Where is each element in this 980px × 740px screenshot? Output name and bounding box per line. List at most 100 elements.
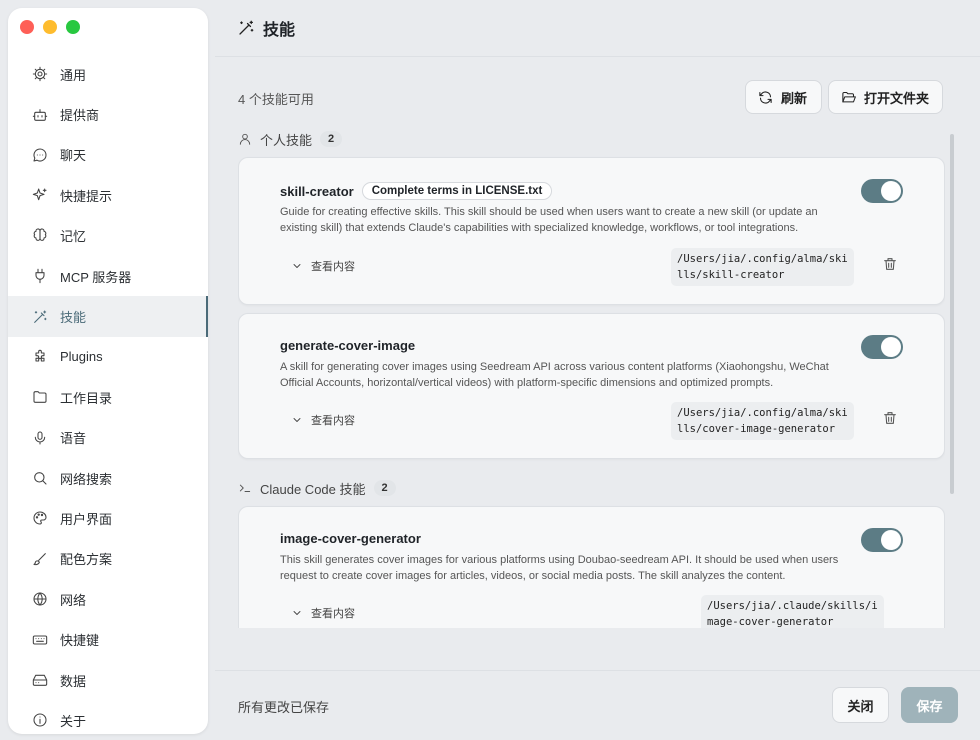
save-button[interactable]: 保存 <box>901 687 958 723</box>
sidebar-item-network[interactable]: 网络 <box>8 579 208 619</box>
open-folder-button[interactable]: 打开文件夹 <box>828 80 943 114</box>
sidebar-item-label: 工作目录 <box>60 390 113 406</box>
terminal-icon <box>239 484 251 492</box>
skill-description: This skill generates cover images for va… <box>280 554 839 582</box>
skills-list[interactable]: 个人技能 2 skill-creator Complete terms in L… <box>238 124 945 628</box>
puzzle-icon <box>32 349 48 365</box>
sidebar-item-data[interactable]: 数据 <box>8 660 208 700</box>
scrollbar[interactable] <box>950 134 954 494</box>
delete-skill-button[interactable] <box>882 410 898 426</box>
section-count-badge: 2 <box>320 131 343 147</box>
search-icon <box>32 470 48 486</box>
bot-icon <box>32 107 48 123</box>
skill-path: /Users/jia/.config/alma/ski lls/cover-im… <box>671 402 854 440</box>
sidebar-item-color-scheme[interactable]: 配色方案 <box>8 539 208 579</box>
minimize-window-button[interactable] <box>43 20 57 34</box>
sidebar-item-about[interactable]: 关于 <box>8 700 208 734</box>
skill-card: skill-creator Complete terms in LICENSE.… <box>238 157 945 305</box>
refresh-icon <box>759 90 772 104</box>
sidebar-item-memory[interactable]: 记忆 <box>8 216 208 256</box>
hard-drive-icon <box>32 672 48 688</box>
user-icon <box>239 133 251 145</box>
sidebar-item-shortcuts[interactable]: 快捷键 <box>8 619 208 659</box>
info-icon <box>32 712 48 728</box>
skill-card: image-cover-generator This skill generat… <box>238 506 945 628</box>
sidebar-item-label: 通用 <box>60 67 87 83</box>
folder-icon <box>32 389 48 405</box>
license-tag: Complete terms in LICENSE.txt <box>361 182 553 200</box>
microphone-icon <box>32 430 48 446</box>
window-controls <box>20 20 80 34</box>
globe-icon <box>32 591 48 607</box>
brush-icon <box>32 551 48 567</box>
section-count-badge: 2 <box>373 480 396 496</box>
skill-enabled-toggle[interactable] <box>861 179 903 203</box>
skill-enabled-toggle[interactable] <box>861 335 903 359</box>
sidebar: 通用 提供商 聊天 快捷提示 记忆 MCP 服务器 技能 Plugins 工作目… <box>8 8 208 734</box>
skill-card: generate-cover-image A skill for generat… <box>238 313 945 459</box>
sidebar-item-label: 数据 <box>60 673 87 689</box>
skill-path: /Users/jia/.config/alma/ski lls/skill-cr… <box>671 248 854 286</box>
skill-title-row: generate-cover-image <box>280 338 415 353</box>
sidebar-item-label: 快捷提示 <box>60 188 113 204</box>
sidebar-item-web-search[interactable]: 网络搜索 <box>8 458 208 498</box>
delete-skill-button[interactable] <box>882 256 898 272</box>
keyboard-icon <box>32 632 48 648</box>
sidebar-item-label: 网络搜索 <box>60 471 113 487</box>
view-content-button[interactable]: 查看内容 <box>291 258 355 274</box>
skill-enabled-toggle[interactable] <box>861 528 903 552</box>
skill-title-row: skill-creator Complete terms in LICENSE.… <box>280 182 553 200</box>
chevron-down-icon <box>293 611 301 615</box>
section-claude-code-skills: Claude Code 技能 2 <box>238 473 945 503</box>
sidebar-item-mcp-servers[interactable]: MCP 服务器 <box>8 256 208 296</box>
section-title: 个人技能 <box>260 132 313 148</box>
sidebar-item-voice[interactable]: 语音 <box>8 418 208 458</box>
page-title: 技能 <box>263 22 296 39</box>
view-content-label: 查看内容 <box>311 261 355 273</box>
trash-icon <box>884 412 896 424</box>
brain-icon <box>32 228 48 244</box>
section-personal-skills: 个人技能 2 <box>238 124 945 154</box>
skill-path: /Users/jia/.claude/skills/i mage-cover-g… <box>701 595 884 628</box>
chevron-down-icon <box>293 418 301 422</box>
refresh-button[interactable]: 刷新 <box>745 80 822 114</box>
close-button[interactable]: 关闭 <box>832 687 889 723</box>
sidebar-item-plugins[interactable]: Plugins <box>8 337 208 377</box>
close-window-button[interactable] <box>20 20 34 34</box>
view-content-label: 查看内容 <box>311 415 355 427</box>
trash-icon <box>884 258 896 270</box>
footer: 所有更改已保存 关闭 保存 <box>215 670 980 740</box>
magic-wand-icon <box>239 20 254 35</box>
sidebar-item-label: 聊天 <box>60 148 87 164</box>
skill-name: generate-cover-image <box>280 338 416 353</box>
sidebar-item-label: 记忆 <box>60 229 87 245</box>
sidebar-item-label: MCP 服务器 <box>60 269 132 285</box>
view-content-button[interactable]: 查看内容 <box>291 605 355 621</box>
page-header: 技能 <box>215 0 980 57</box>
sidebar-item-quick-prompts[interactable]: 快捷提示 <box>8 175 208 215</box>
sidebar-item-label: 配色方案 <box>60 552 113 568</box>
magic-wand-icon <box>32 309 48 325</box>
sidebar-item-providers[interactable]: 提供商 <box>8 94 208 134</box>
section-title: Claude Code 技能 <box>260 481 366 497</box>
sidebar-item-label: 技能 <box>60 310 87 326</box>
sidebar-item-skills[interactable]: 技能 <box>8 296 208 338</box>
chat-bubble-icon <box>32 147 48 163</box>
sidebar-item-general[interactable]: 通用 <box>8 54 208 94</box>
sidebar-item-chat[interactable]: 聊天 <box>8 135 208 175</box>
view-content-button[interactable]: 查看内容 <box>291 412 355 428</box>
palette-icon <box>32 510 48 526</box>
save-status: 所有更改已保存 <box>238 700 330 715</box>
view-content-label: 查看内容 <box>311 608 355 620</box>
sidebar-nav: 通用 提供商 聊天 快捷提示 记忆 MCP 服务器 技能 Plugins 工作目… <box>8 54 208 734</box>
sparkles-icon <box>32 187 48 203</box>
zoom-window-button[interactable] <box>66 20 80 34</box>
gear-icon <box>32 66 48 82</box>
chevron-down-icon <box>293 264 301 268</box>
skill-name: image-cover-generator <box>280 531 421 546</box>
sidebar-item-work-directory[interactable]: 工作目录 <box>8 377 208 417</box>
folder-open-icon <box>842 91 856 102</box>
sidebar-item-user-interface[interactable]: 用户界面 <box>8 498 208 538</box>
sidebar-item-label: 网络 <box>60 592 87 608</box>
skill-description: Guide for creating effective skills. Thi… <box>280 206 818 234</box>
